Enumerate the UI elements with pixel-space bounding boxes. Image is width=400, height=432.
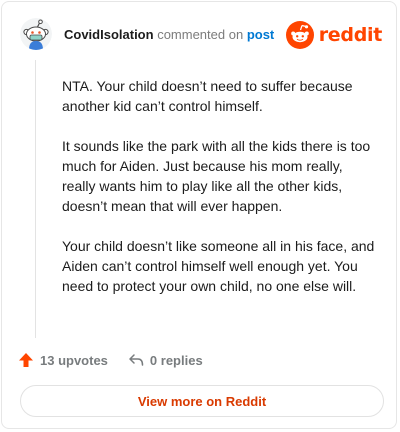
commented-on-text: commented on <box>157 27 244 42</box>
reddit-wordmark: reddit <box>318 24 383 46</box>
view-more-button[interactable]: View more on Reddit <box>20 385 384 417</box>
comment-actions: 13 upvotes 0 replies <box>18 350 203 370</box>
reddit-logo-icon <box>285 21 314 49</box>
comment-paragraph: It sounds like the park with all the kid… <box>62 138 371 214</box>
post-link[interactable]: post <box>247 27 274 42</box>
comment-paragraph: Your child doesn’t like someone all in h… <box>62 238 375 294</box>
upvote-arrow-icon <box>19 353 33 367</box>
thread-line <box>35 60 36 338</box>
comment-embed-card: CovidIsolation commented on post reddit … <box>1 1 397 429</box>
comment-meta: CovidIsolation commented on post <box>64 27 274 42</box>
username-link[interactable]: CovidIsolation <box>64 27 154 42</box>
reddit-logo[interactable]: reddit <box>285 19 383 51</box>
upvote-button[interactable]: 13 upvotes <box>18 352 108 368</box>
reply-arrow-icon <box>129 354 144 366</box>
user-avatar[interactable] <box>20 18 52 50</box>
replies-button[interactable]: 0 replies <box>128 352 203 368</box>
reply-count: 0 replies <box>149 352 203 368</box>
snoo-avatar-icon <box>20 18 52 50</box>
comment-body: NTA. Your child doesn’t need to suffer b… <box>62 76 378 316</box>
upvote-count: 13 upvotes <box>40 352 108 368</box>
comment-paragraph: NTA. Your child doesn’t need to suffer b… <box>62 78 353 114</box>
comment-header: CovidIsolation commented on post reddit <box>20 18 382 54</box>
